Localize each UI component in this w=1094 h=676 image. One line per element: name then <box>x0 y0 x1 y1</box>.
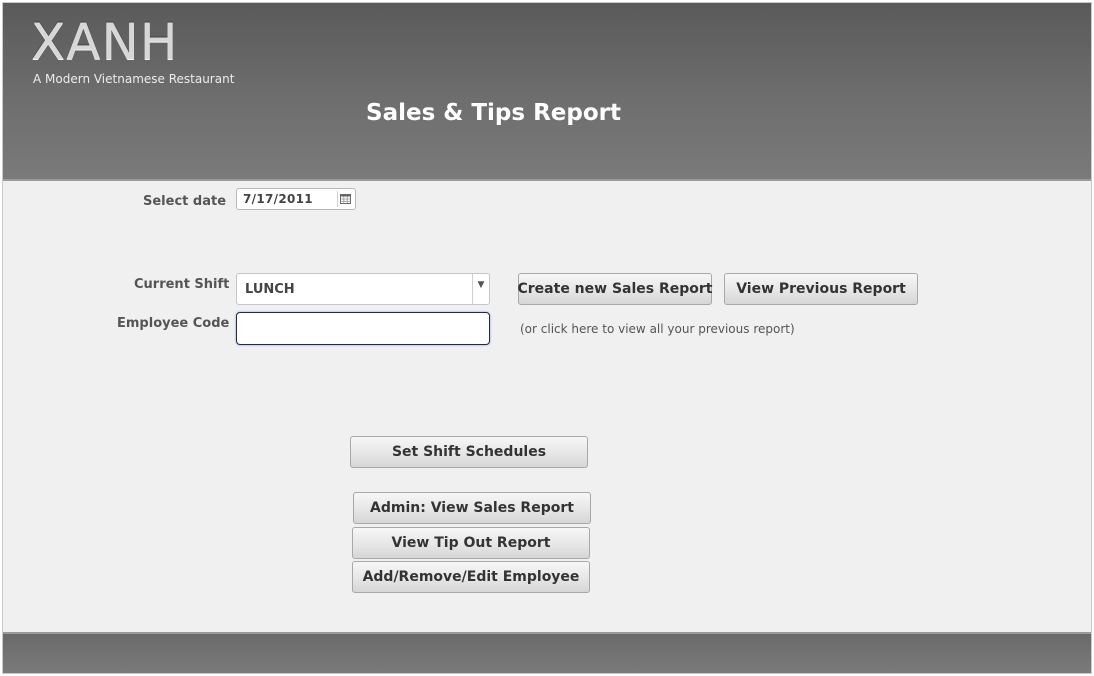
header-banner: XANH A Modern Vietnamese Restaurant Sale… <box>3 3 1091 181</box>
logo: XANH <box>31 13 179 71</box>
employee-code-label: Employee Code <box>117 316 230 331</box>
employee-code-input[interactable] <box>236 312 490 345</box>
admin-view-sales-report-button[interactable]: Admin: View Sales Report <box>353 492 591 524</box>
set-shift-schedules-button[interactable]: Set Shift Schedules <box>350 436 588 468</box>
shift-value: LUNCH <box>245 282 295 297</box>
previous-report-hint[interactable]: (or click here to view all your previous… <box>520 322 795 336</box>
create-sales-report-button[interactable]: Create new Sales Report <box>518 273 713 305</box>
footer-bar <box>3 632 1091 673</box>
logo-tagline: A Modern Vietnamese Restaurant <box>33 72 235 86</box>
date-field[interactable]: 7/17/2011 <box>236 188 356 210</box>
app-window: XANH A Modern Vietnamese Restaurant Sale… <box>2 2 1092 674</box>
page-title: Sales & Tips Report <box>366 100 621 126</box>
view-previous-report-button[interactable]: View Previous Report <box>724 273 918 305</box>
date-value: 7/17/2011 <box>243 192 313 206</box>
view-tip-out-report-button[interactable]: View Tip Out Report <box>352 527 590 559</box>
date-label: Select date <box>143 194 227 209</box>
edit-employee-button[interactable]: Add/Remove/Edit Employee <box>352 561 590 593</box>
shift-label: Current Shift <box>134 277 230 292</box>
calendar-icon[interactable] <box>337 191 353 207</box>
shift-select[interactable]: LUNCH ▼ <box>236 273 490 305</box>
chevron-down-icon[interactable]: ▼ <box>472 274 489 304</box>
